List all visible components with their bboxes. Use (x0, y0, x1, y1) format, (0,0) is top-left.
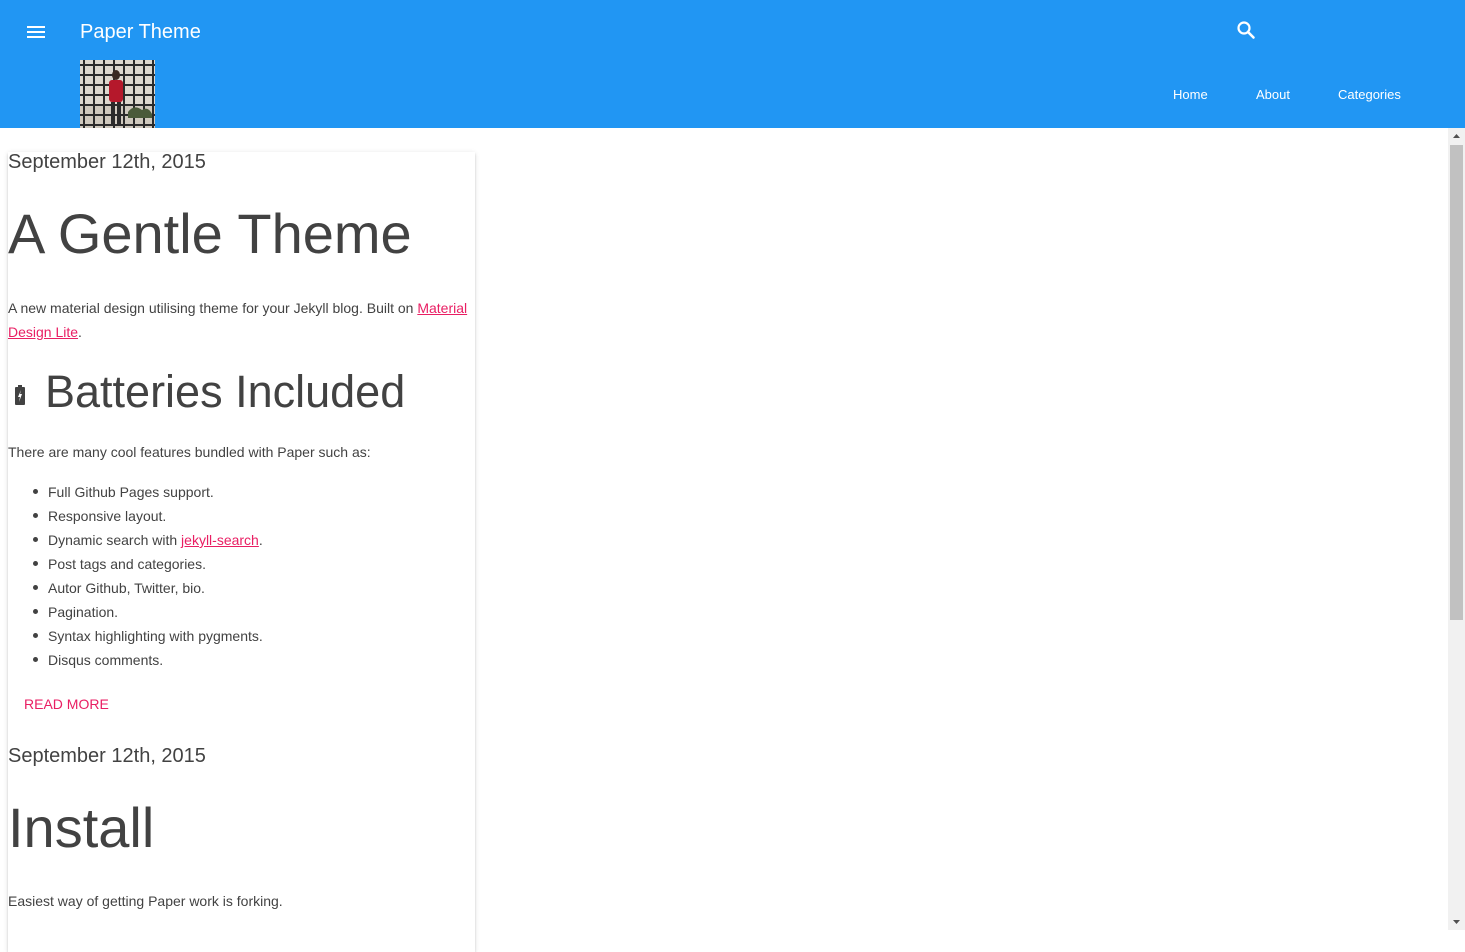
post-intro: Easiest way of getting Paper work is for… (8, 893, 283, 909)
list-item-text: Dynamic search with (48, 532, 182, 548)
app-header: Paper Theme Home About Categories (0, 0, 1465, 128)
post-intro: A new material design utilising theme fo… (8, 296, 473, 344)
nav-home[interactable]: Home (1173, 86, 1208, 104)
list-item: Autor Github, Twitter, bio. (48, 580, 205, 596)
menu-icon[interactable] (24, 20, 48, 44)
bullet (33, 585, 38, 590)
intro-text: A new material design utilising theme fo… (8, 300, 418, 316)
features-intro: There are many cool features bundled wit… (8, 444, 371, 460)
section-heading: Batteries Included (45, 366, 406, 417)
jekyll-search-link[interactable]: jekyll-search (181, 532, 259, 548)
scroll-down-arrow-icon[interactable] (1448, 913, 1465, 930)
post-date: September 12th, 2015 (8, 745, 206, 767)
site-title[interactable]: Paper Theme (80, 19, 201, 45)
post-title[interactable]: Install (8, 796, 154, 860)
bullet (33, 489, 38, 494)
battery-charging-icon (14, 384, 26, 406)
read-more-button[interactable]: READ MORE (16, 692, 117, 716)
list-item: Pagination. (48, 604, 119, 620)
search-icon[interactable] (1234, 18, 1258, 42)
list-item: Full Github Pages support. (48, 484, 214, 500)
bullet (33, 657, 38, 662)
intro-end: . (78, 324, 82, 340)
bullet (33, 513, 38, 518)
post-date: September 12th, 2015 (8, 151, 206, 173)
scroll-up-arrow-icon[interactable] (1448, 128, 1465, 145)
bullet (33, 633, 38, 638)
list-item: Responsive layout. (48, 508, 167, 524)
list-item: Disqus comments. (48, 652, 164, 668)
list-item: Post tags and categories. (48, 556, 206, 572)
vertical-scrollbar[interactable] (1448, 128, 1465, 930)
scrollbar-thumb[interactable] (1450, 145, 1463, 620)
bullet (33, 609, 38, 614)
post-card: September 12th, 2015 A Gentle Theme A ne… (8, 151, 475, 952)
nav-categories[interactable]: Categories (1338, 86, 1401, 104)
post-title[interactable]: A Gentle Theme (8, 202, 412, 266)
list-item-end: . (258, 532, 263, 548)
nav-about[interactable]: About (1256, 86, 1290, 104)
list-item: Syntax highlighting with pygments. (48, 628, 263, 644)
bullet (33, 537, 38, 542)
bullet (33, 561, 38, 566)
author-avatar (80, 60, 155, 128)
list-item: Dynamic search with jekyll-search. (48, 528, 263, 552)
